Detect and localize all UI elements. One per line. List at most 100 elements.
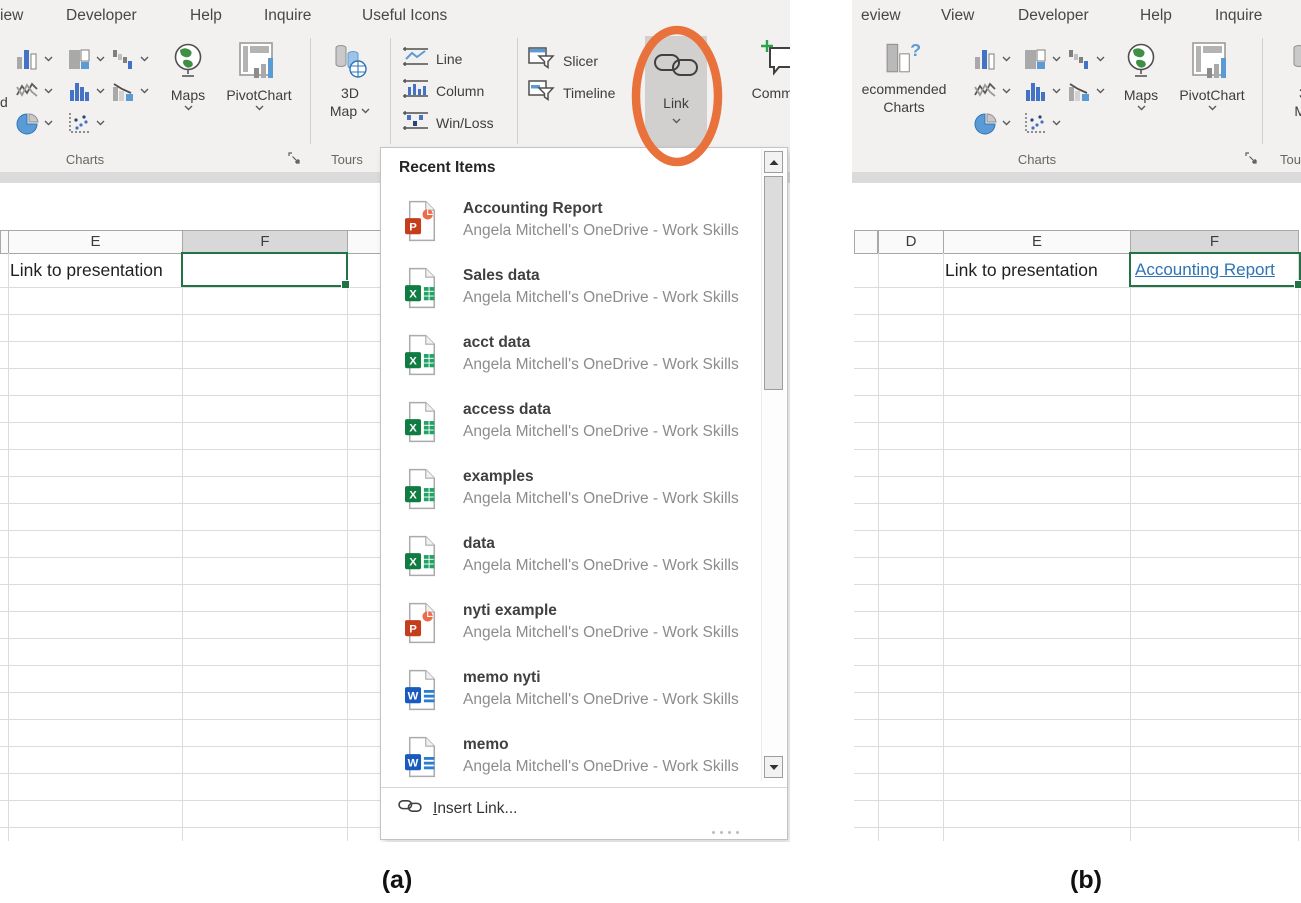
3d-map-button[interactable]: 3D Map [318, 42, 382, 119]
group-label-tours: Tours [322, 152, 372, 167]
chevron-down-icon[interactable] [96, 88, 105, 94]
column-header-e[interactable]: E [943, 230, 1131, 254]
tab-developer[interactable]: Developer [1018, 7, 1089, 25]
group-separator [390, 38, 391, 144]
recent-item-name: acct data [463, 332, 739, 353]
column-header-e[interactable]: E [8, 230, 183, 254]
selected-cell-f1[interactable] [181, 252, 348, 287]
column-chart-icon[interactable] [16, 48, 38, 75]
recent-item-name: data [463, 533, 739, 554]
chevron-down-icon[interactable] [44, 56, 53, 62]
pivotchart-button[interactable]: PivotChart [213, 42, 305, 111]
timeline-button[interactable]: Timeline [528, 78, 615, 107]
scroll-up-button[interactable] [764, 151, 783, 173]
hierarchy-chart-icon[interactable] [68, 48, 90, 75]
column-header-sliver[interactable] [854, 230, 878, 254]
chevron-down-icon[interactable] [1002, 120, 1011, 126]
column-header-f[interactable]: F [182, 230, 348, 254]
scatter-chart-icon[interactable] [68, 112, 90, 139]
combo-chart-icon[interactable] [1068, 80, 1090, 107]
pivotchart-button[interactable]: PivotChart [1166, 42, 1258, 111]
recent-item-name: memo nyti [463, 667, 739, 688]
link-chain-icon [653, 50, 699, 85]
scatter-chart-icon[interactable] [1024, 112, 1046, 139]
recent-item[interactable]: X access dataAngela Mitchell's OneDrive … [381, 394, 762, 461]
tab-help[interactable]: Help [1140, 7, 1172, 25]
tab-review[interactable]: eview [861, 7, 901, 25]
chevron-down-icon[interactable] [96, 120, 105, 126]
recent-item[interactable]: X examplesAngela Mitchell's OneDrive - W… [381, 461, 762, 528]
dialog-launcher-icon[interactable] [288, 151, 300, 169]
recent-item[interactable]: W memo nytiAngela Mitchell's OneDrive - … [381, 662, 762, 729]
fill-handle[interactable] [1294, 280, 1301, 289]
3d-map-button[interactable]: 3D Map [1276, 42, 1301, 119]
sparkline-line-button[interactable]: Line [402, 46, 462, 72]
recent-item[interactable]: W memoAngela Mitchell's OneDrive - Work … [381, 729, 762, 796]
chevron-down-icon[interactable] [96, 56, 105, 62]
sheet-grid-rows[interactable] [0, 287, 380, 841]
chevron-down-icon[interactable] [1052, 88, 1061, 94]
chevron-down-icon[interactable] [140, 88, 149, 94]
cell-e1[interactable]: Link to presentation [945, 254, 1128, 287]
chevron-down-icon[interactable] [1052, 56, 1061, 62]
tab-inquire[interactable]: Inquire [1215, 7, 1262, 25]
recommended-charts-button[interactable]: ? ecommended Charts [852, 40, 956, 115]
chevron-down-icon[interactable] [44, 120, 53, 126]
selected-cell-f1[interactable]: Accounting Report [1129, 252, 1301, 287]
pie-chart-icon[interactable] [974, 112, 998, 141]
gridline [943, 253, 944, 841]
insert-link-menu-item[interactable]: Insert Link... [398, 798, 517, 819]
dropdown-scrollbar[interactable] [761, 149, 786, 781]
dropdown-divider [381, 787, 787, 788]
comment-button[interactable]: Comment [742, 38, 790, 101]
column-header-f[interactable]: F [1130, 230, 1299, 254]
line-stock-chart-icon[interactable] [16, 80, 38, 107]
scrollbar-thumb[interactable] [764, 176, 783, 390]
cell-e1[interactable]: Link to presentation [10, 254, 180, 287]
tab-help[interactable]: Help [190, 7, 222, 25]
chevron-down-icon[interactable] [1052, 120, 1061, 126]
maps-button[interactable]: Maps [163, 42, 213, 111]
maps-button[interactable]: Maps [1116, 42, 1166, 111]
tab-inquire[interactable]: Inquire [264, 7, 311, 25]
pie-chart-icon[interactable] [16, 112, 40, 141]
sparkline-column-button[interactable]: Column [402, 78, 484, 104]
gridline [8, 253, 9, 841]
column-header-d[interactable]: D [878, 230, 944, 254]
combo-chart-icon[interactable] [112, 80, 134, 107]
link-button[interactable]: Link [645, 36, 707, 148]
tab-useful-icons[interactable]: Useful Icons [362, 7, 447, 25]
column-header-sliver[interactable] [347, 230, 381, 254]
sparkline-winloss-button[interactable]: Win/Loss [402, 110, 494, 136]
waterfall-chart-icon[interactable] [112, 48, 134, 75]
scroll-down-button[interactable] [764, 756, 783, 778]
recent-item-name: memo [463, 734, 739, 755]
tab-view[interactable]: iew [0, 7, 23, 25]
chevron-down-icon[interactable] [44, 88, 53, 94]
tab-developer[interactable]: Developer [66, 7, 137, 25]
chevron-down-icon[interactable] [140, 56, 149, 62]
tab-view[interactable]: View [941, 7, 974, 25]
chevron-down-icon[interactable] [1002, 88, 1011, 94]
hierarchy-chart-icon[interactable] [1024, 48, 1046, 75]
dialog-launcher-icon[interactable] [1245, 151, 1257, 169]
sheet-grid-rows[interactable] [854, 287, 1301, 841]
line-stock-chart-icon[interactable] [974, 80, 996, 107]
recent-item[interactable]: X Sales dataAngela Mitchell's OneDrive -… [381, 260, 762, 327]
waterfall-chart-icon[interactable] [1068, 48, 1090, 75]
slicer-button[interactable]: Slicer [528, 46, 598, 75]
cell-hyperlink[interactable]: Accounting Report [1131, 254, 1299, 285]
chevron-down-icon[interactable] [1096, 56, 1105, 62]
histogram-chart-icon[interactable] [1024, 80, 1046, 107]
recent-item[interactable]: P nyti exampleAngela Mitchell's OneDrive… [381, 595, 762, 662]
fill-handle[interactable] [341, 280, 350, 289]
chevron-down-icon[interactable] [1002, 56, 1011, 62]
histogram-chart-icon[interactable] [68, 80, 90, 107]
chevron-down-icon[interactable] [1096, 88, 1105, 94]
resize-grip[interactable] [712, 831, 739, 834]
recent-item[interactable]: X dataAngela Mitchell's OneDrive - Work … [381, 528, 762, 595]
powerpoint-file-icon: P [405, 198, 441, 249]
recent-item[interactable]: X acct dataAngela Mitchell's OneDrive - … [381, 327, 762, 394]
recent-item[interactable]: P Accounting ReportAngela Mitchell's One… [381, 193, 762, 260]
column-chart-icon[interactable] [974, 48, 996, 75]
